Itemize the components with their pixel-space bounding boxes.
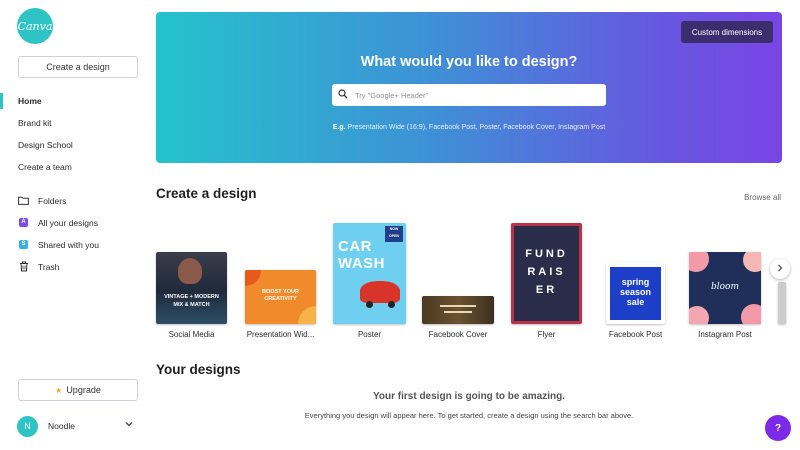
examples-list[interactable]: Presentation Wide (16:9), Facebook Post,…	[348, 124, 606, 131]
upgrade-label: Upgrade	[66, 385, 101, 395]
create-design-title: Create a design	[156, 186, 257, 201]
design-type-label: Social Media	[168, 330, 215, 339]
avatar: N	[17, 415, 38, 437]
instagram-post-thumbnail: bloom	[689, 252, 761, 324]
sidebar: Canva Create a design Home Brand kit Des…	[0, 0, 150, 450]
empty-state-subtitle: Everything you design will appear here. …	[304, 411, 634, 420]
designs-icon: A	[18, 217, 29, 228]
folder-nav: Folders A All your designs S Shared with…	[0, 190, 150, 278]
sidebar-item-trash[interactable]: Trash	[0, 256, 150, 278]
presentation-thumbnail: BOOST YOUR CREATIVITY	[245, 270, 316, 324]
your-designs-title: Your designs	[156, 362, 241, 377]
design-type-label: Facebook Cover	[428, 330, 488, 339]
search-examples: E.g. Presentation Wide (16:9), Facebook …	[156, 124, 782, 131]
design-type-label: Flyer	[537, 330, 556, 339]
flyer-thumbnail: FUND RAIS ER	[511, 223, 582, 324]
design-type-label: Presentation Wid...	[246, 330, 315, 339]
folder-icon	[18, 195, 29, 206]
hero-title: What would you like to design?	[360, 54, 578, 70]
browse-all-link[interactable]: Browse all	[744, 193, 781, 202]
design-type-social-media[interactable]: VINTAGE + MODERN MIX & MATCH Social Medi…	[156, 252, 227, 339]
empty-state-title: Your first design is going to be amazing…	[372, 391, 566, 402]
partial-thumbnail	[778, 282, 786, 324]
chevron-down-icon	[125, 420, 133, 429]
design-type-label: Facebook Post	[608, 330, 663, 339]
custom-dimensions-button[interactable]: Custom dimensions	[681, 21, 773, 43]
design-type-poster[interactable]: NOW OPEN CAR WASH Poster	[333, 223, 406, 339]
design-types-carousel: VINTAGE + MODERN MIX & MATCH Social Medi…	[156, 222, 786, 342]
examples-prefix: E.g.	[332, 124, 346, 131]
help-button[interactable]: ?	[765, 415, 791, 441]
user-menu[interactable]: N Noodle	[17, 414, 137, 438]
poster-thumbnail: NOW OPEN CAR WASH	[333, 223, 406, 324]
search-placeholder: Try "Google+ Header"	[355, 90, 429, 100]
sidebar-item-design-school[interactable]: Design School	[0, 134, 150, 156]
design-type-partial[interactable]	[778, 282, 786, 324]
design-type-label: Instagram Post	[698, 330, 752, 339]
design-type-facebook-cover[interactable]: Facebook Cover	[422, 296, 494, 339]
user-name: Noodle	[48, 421, 75, 431]
sidebar-item-home[interactable]: Home	[0, 90, 150, 112]
facebook-cover-thumbnail	[422, 296, 494, 324]
sidebar-item-shared[interactable]: S Shared with you	[0, 234, 150, 256]
sidebar-item-label: All your designs	[38, 218, 99, 228]
star-icon: ★	[55, 385, 63, 395]
trash-icon	[18, 261, 29, 272]
design-type-label: Poster	[357, 330, 382, 339]
facebook-post-thumbnail: spring season sale	[606, 263, 665, 324]
sidebar-item-all-designs[interactable]: A All your designs	[0, 212, 150, 234]
sidebar-item-folders[interactable]: Folders	[0, 190, 150, 212]
social-media-thumbnail: VINTAGE + MODERN MIX & MATCH	[156, 252, 227, 324]
sidebar-item-brand-kit[interactable]: Brand kit	[0, 112, 150, 134]
chevron-right-icon	[777, 264, 783, 274]
search-icon	[338, 86, 348, 104]
search-input[interactable]: Try "Google+ Header"	[332, 84, 606, 106]
upgrade-button[interactable]: ★ Upgrade	[18, 379, 138, 401]
create-design-button[interactable]: Create a design	[18, 56, 138, 78]
sidebar-item-label: Trash	[38, 262, 60, 272]
design-type-instagram-post[interactable]: bloom Instagram Post	[689, 252, 761, 339]
sidebar-item-label: Folders	[38, 196, 67, 206]
design-type-presentation[interactable]: BOOST YOUR CREATIVITY Presentation Wid..…	[245, 270, 316, 339]
sidebar-item-create-team[interactable]: Create a team	[0, 156, 150, 178]
design-type-flyer[interactable]: FUND RAIS ER Flyer	[511, 223, 582, 339]
carousel-next-button[interactable]	[770, 259, 790, 279]
canva-logo[interactable]: Canva	[17, 8, 53, 44]
hero-banner: Custom dimensions What would you like to…	[156, 12, 782, 163]
sidebar-item-label: Shared with you	[38, 240, 99, 250]
shared-icon: S	[18, 239, 29, 250]
design-type-facebook-post[interactable]: spring season sale Facebook Post	[606, 263, 665, 339]
main-nav: Home Brand kit Design School Create a te…	[0, 90, 150, 178]
